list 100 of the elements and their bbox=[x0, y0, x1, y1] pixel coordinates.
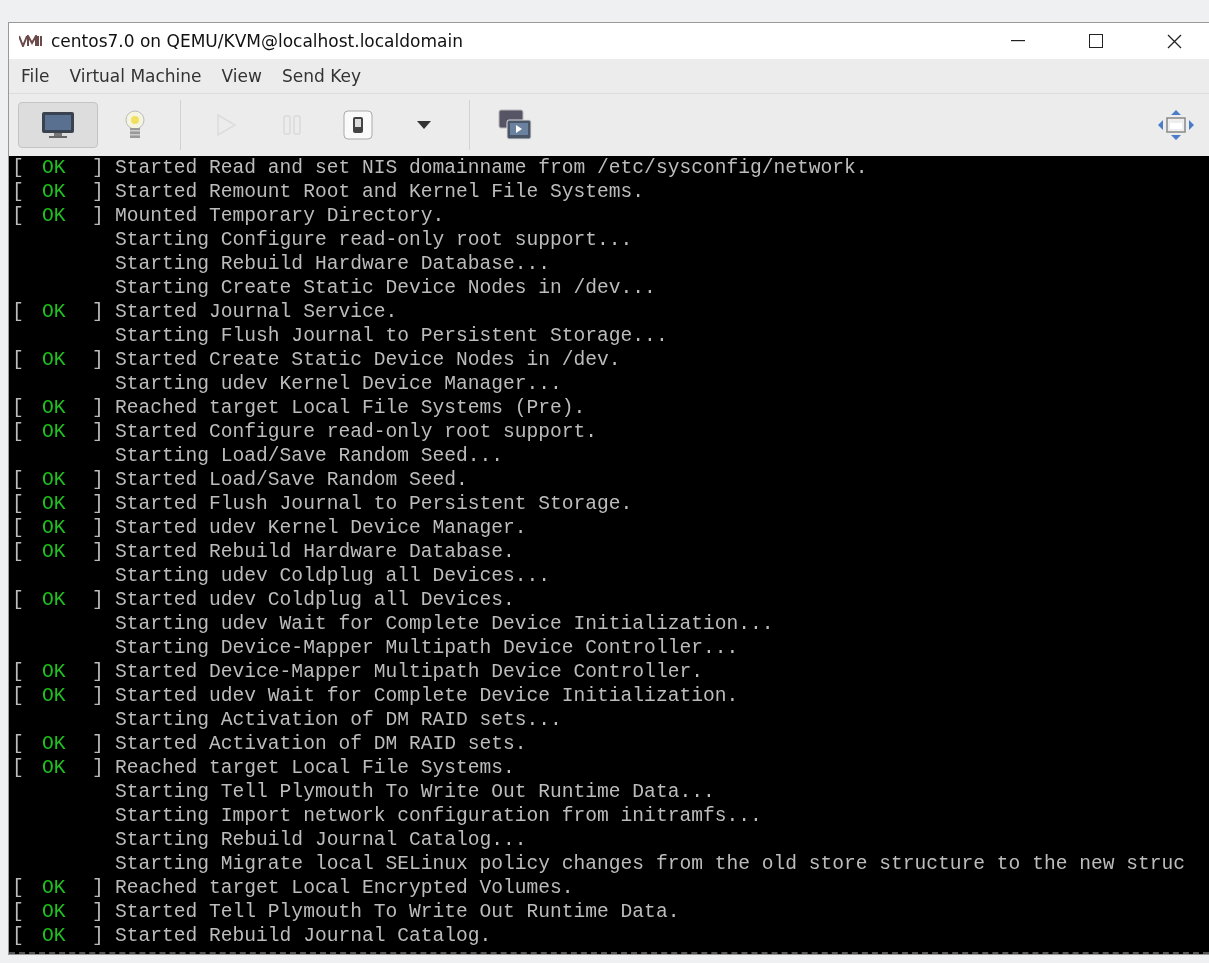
maximize-icon bbox=[1089, 34, 1103, 48]
bracket: ] bbox=[92, 516, 104, 540]
bracket: [ bbox=[12, 492, 25, 516]
console-line: Starting Rebuild Hardware Database... bbox=[115, 252, 551, 276]
switch-icon bbox=[343, 110, 373, 140]
status-label: OK bbox=[42, 540, 67, 564]
console-line: Started Create Static Device Nodes in /dev. bbox=[115, 348, 621, 372]
light-bulb-icon bbox=[124, 109, 146, 141]
status-label: OK bbox=[42, 348, 67, 372]
bracket: [ bbox=[12, 420, 25, 444]
console-line: Starting Device-Mapper Multipath Device Controller... bbox=[115, 636, 739, 660]
bracket: ] bbox=[92, 492, 104, 516]
status-label: OK bbox=[42, 756, 67, 780]
menu-item[interactable]: Send Key bbox=[271, 66, 371, 86]
console-line: Starting udev Coldplug all Devices... bbox=[115, 564, 551, 588]
menu-item[interactable]: View bbox=[211, 66, 272, 86]
bracket: ] bbox=[92, 396, 104, 420]
app-logo-icon bbox=[19, 35, 43, 47]
bracket: [ bbox=[12, 588, 25, 612]
bracket: ] bbox=[92, 468, 104, 492]
console-line: Reached target Local File Systems (Pre). bbox=[115, 396, 586, 420]
status-label: OK bbox=[42, 876, 67, 900]
console-screen[interactable] bbox=[9, 156, 1209, 954]
bracket: ] bbox=[92, 204, 104, 228]
minimize-icon bbox=[1011, 40, 1025, 42]
console-line: Started Remount Root and Kernel File Systems. bbox=[115, 180, 645, 204]
bracket: [ bbox=[12, 900, 25, 924]
bracket: [ bbox=[12, 732, 25, 756]
console-line: Starting Load/Save Random Seed... bbox=[115, 444, 504, 468]
bracket: [ bbox=[12, 924, 25, 948]
status-label: OK bbox=[42, 924, 67, 948]
bracket: ] bbox=[92, 732, 104, 756]
bracket: ] bbox=[92, 924, 104, 948]
menu-item[interactable]: Virtual Machine bbox=[59, 66, 212, 86]
status-label: OK bbox=[42, 660, 67, 684]
status-label: OK bbox=[42, 684, 67, 708]
status-label: OK bbox=[42, 204, 67, 228]
bracket: ] bbox=[92, 684, 104, 708]
console-line: Starting Migrate local SELinux policy changes from the old store structure to the new struc bbox=[115, 852, 1185, 876]
bracket: ] bbox=[92, 156, 104, 180]
bracket: [ bbox=[12, 180, 25, 204]
status-label: OK bbox=[42, 300, 67, 324]
bracket: ] bbox=[92, 300, 104, 324]
bracket: [ bbox=[12, 684, 25, 708]
console-line: Starting Create Static Device Nodes in /dev... bbox=[115, 276, 656, 300]
bracket: [ bbox=[12, 204, 25, 228]
console-line: Starting Activation of DM RAID sets... bbox=[115, 708, 562, 732]
fullscreen-icon bbox=[1158, 110, 1194, 140]
status-label: OK bbox=[42, 396, 67, 420]
bracket: [ bbox=[12, 516, 25, 540]
console-line: Started Read and set NIS domainname from /etc/sysconfig/network. bbox=[115, 156, 868, 180]
bracket: ] bbox=[92, 588, 104, 612]
console-line: Started Configure read-only root support. bbox=[115, 420, 598, 444]
console-line: Started Load/Save Random Seed. bbox=[115, 468, 468, 492]
toolbar-button[interactable] bbox=[18, 102, 98, 148]
bracket: [ bbox=[12, 660, 25, 684]
console-line: Started udev Kernel Device Manager. bbox=[115, 516, 527, 540]
console-line: Started Activation of DM RAID sets. bbox=[115, 732, 527, 756]
bracket: [ bbox=[12, 468, 25, 492]
bracket: ] bbox=[92, 660, 104, 684]
status-label: OK bbox=[42, 492, 67, 516]
status-label: OK bbox=[42, 156, 67, 180]
status-label: OK bbox=[42, 732, 67, 756]
console-line: Started Rebuild Journal Catalog. bbox=[115, 924, 492, 948]
console-line: Starting Flush Journal to Persistent Storage... bbox=[115, 324, 668, 348]
menu-item[interactable]: File bbox=[11, 66, 60, 86]
console-line: Starting Import network configuration from initramfs... bbox=[115, 804, 762, 828]
bracket: [ bbox=[12, 348, 25, 372]
bracket: [ bbox=[12, 756, 25, 780]
bracket: [ bbox=[12, 540, 25, 564]
bracket: [ bbox=[12, 876, 25, 900]
status-label: OK bbox=[42, 180, 67, 204]
console-line: Reached target Local Encrypted Volumes. bbox=[115, 876, 574, 900]
console-line: Mounted Temporary Directory. bbox=[115, 204, 445, 228]
bracket: ] bbox=[92, 876, 104, 900]
status-label: OK bbox=[42, 516, 67, 540]
console-line: Started udev Wait for Complete Device Initialization. bbox=[115, 684, 739, 708]
console-line: Starting Tell Plymouth To Write Out Runtime Data... bbox=[115, 780, 715, 804]
console-line: Starting Configure read-only root support... bbox=[115, 228, 633, 252]
bracket: [ bbox=[12, 396, 25, 420]
bracket: ] bbox=[92, 348, 104, 372]
console-line: Starting Rebuild Journal Catalog... bbox=[115, 828, 527, 852]
bracket: [ bbox=[12, 156, 25, 180]
screens-icon bbox=[498, 109, 532, 141]
bracket: ] bbox=[92, 900, 104, 924]
status-label: OK bbox=[42, 900, 67, 924]
bracket: ] bbox=[92, 420, 104, 444]
console-line: Started Tell Plymouth To Write Out Runtime Data. bbox=[115, 900, 680, 924]
console-line: Started Rebuild Hardware Database. bbox=[115, 540, 515, 564]
console-line: Reached target Local File Systems. bbox=[115, 756, 515, 780]
console-line: Starting udev Kernel Device Manager... bbox=[115, 372, 562, 396]
console-line: Started Journal Service. bbox=[115, 300, 398, 324]
console-line: Started udev Coldplug all Devices. bbox=[115, 588, 515, 612]
bracket: ] bbox=[92, 756, 104, 780]
console-line: Starting udev Wait for Complete Device Initialization... bbox=[115, 612, 774, 636]
status-label: OK bbox=[42, 420, 67, 444]
bracket: [ bbox=[12, 300, 25, 324]
caret-icon bbox=[416, 120, 432, 130]
status-label: OK bbox=[42, 468, 67, 492]
bracket: ] bbox=[92, 180, 104, 204]
